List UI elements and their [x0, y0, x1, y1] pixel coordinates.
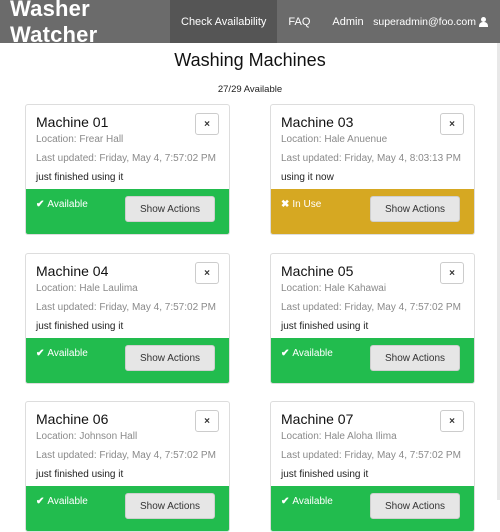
page-title: Washing Machines	[174, 50, 326, 70]
machine-card: Machine 06 Location: Johnson Hall Last u…	[25, 401, 230, 532]
machine-card: Machine 01 Location: Frear Hall Last upd…	[25, 104, 230, 235]
show-actions-button[interactable]: Show Actions	[370, 493, 460, 519]
show-actions-button[interactable]: Show Actions	[125, 196, 215, 222]
machine-location: Location: Hale Kahawai	[281, 283, 387, 294]
machine-note: just finished using it	[281, 469, 369, 480]
remove-button[interactable]: ×	[195, 113, 219, 135]
machine-last-updated: Last updated: Friday, May 4, 7:57:02 PM	[281, 302, 461, 313]
check-icon: ✔	[36, 348, 45, 359]
check-icon: ✔	[36, 199, 45, 210]
machine-card: Machine 05 Location: Hale Kahawai Last u…	[270, 253, 475, 384]
remove-button[interactable]: ×	[440, 262, 464, 284]
machine-card: Machine 03 Location: Hale Anuenue Last u…	[270, 104, 475, 235]
machine-location: Location: Hale Aloha Ilima	[281, 431, 397, 442]
status-label: ✔ Available	[281, 496, 333, 507]
machine-name: Machine 04	[36, 263, 109, 279]
nav-admin[interactable]: Admin	[321, 0, 374, 43]
status-bar: ✔ Available Show Actions	[26, 338, 229, 383]
remove-button[interactable]: ×	[440, 113, 464, 135]
nav-faq[interactable]: FAQ	[277, 0, 321, 43]
machine-last-updated: Last updated: Friday, May 4, 7:57:02 PM	[281, 450, 461, 461]
status-label: ✔ Available	[281, 348, 333, 359]
machine-name: Machine 05	[281, 263, 354, 279]
show-actions-button[interactable]: Show Actions	[370, 345, 460, 371]
machine-note: just finished using it	[36, 321, 124, 332]
machine-card: Machine 04 Location: Hale Laulima Last u…	[25, 253, 230, 384]
user-menu[interactable]: superadmin@foo.com	[373, 0, 488, 43]
status-text: Available	[292, 496, 333, 507]
show-actions-button[interactable]: Show Actions	[125, 345, 215, 371]
show-actions-button[interactable]: Show Actions	[370, 196, 460, 222]
machine-note: just finished using it	[36, 469, 124, 480]
machine-note: just finished using it	[36, 172, 124, 183]
machine-name: Machine 01	[36, 114, 109, 130]
close-icon: ×	[204, 118, 210, 130]
status-label: ✔ Available	[36, 496, 88, 507]
status-text: Available	[292, 348, 333, 359]
show-actions-button[interactable]: Show Actions	[125, 493, 215, 519]
status-text: Available	[47, 199, 88, 210]
machine-location: Location: Hale Laulima	[36, 283, 138, 294]
check-icon: ✔	[281, 496, 290, 507]
machine-last-updated: Last updated: Friday, May 4, 7:57:02 PM	[36, 450, 216, 461]
status-bar: ✔ Available Show Actions	[26, 189, 229, 234]
machine-location: Location: Hale Anuenue	[281, 134, 388, 145]
status-bar: ✔ Available Show Actions	[271, 338, 474, 383]
x-icon: ✖	[281, 199, 290, 210]
status-bar: ✔ Available Show Actions	[26, 486, 229, 531]
remove-button[interactable]: ×	[195, 410, 219, 432]
machine-note: just finished using it	[281, 321, 369, 332]
close-icon: ×	[449, 267, 455, 279]
status-text: Available	[47, 496, 88, 507]
machine-name: Machine 06	[36, 411, 109, 427]
brand-logo[interactable]: Washer Watcher	[0, 0, 170, 48]
machine-last-updated: Last updated: Friday, May 4, 7:57:02 PM	[36, 302, 216, 313]
user-icon	[479, 16, 488, 27]
status-text: Available	[47, 348, 88, 359]
status-label: ✔ Available	[36, 348, 88, 359]
machine-name: Machine 07	[281, 411, 354, 427]
nav-check-availability[interactable]: Check Availability	[170, 0, 278, 43]
machine-location: Location: Johnson Hall	[36, 431, 138, 442]
machine-note: using it now	[281, 172, 334, 183]
remove-button[interactable]: ×	[195, 262, 219, 284]
close-icon: ×	[204, 267, 210, 279]
check-icon: ✔	[36, 496, 45, 507]
machine-name: Machine 03	[281, 114, 354, 130]
status-bar: ✔ Available Show Actions	[271, 486, 474, 531]
machine-card: Machine 07 Location: Hale Aloha Ilima La…	[270, 401, 475, 532]
availability-count: 27/29 Available	[217, 84, 283, 95]
machine-last-updated: Last updated: Friday, May 4, 7:57:02 PM	[36, 153, 216, 164]
navbar: Washer Watcher Check Availability FAQ Ad…	[0, 0, 500, 47]
status-text: In Use	[292, 199, 322, 210]
user-email: superadmin@foo.com	[373, 15, 476, 28]
machine-location: Location: Frear Hall	[36, 134, 124, 145]
status-label: ✔ Available	[36, 199, 88, 210]
status-bar: ✖ In Use Show Actions	[271, 189, 474, 234]
close-icon: ×	[204, 415, 210, 427]
close-icon: ×	[449, 415, 455, 427]
check-icon: ✔	[281, 348, 290, 359]
close-icon: ×	[449, 118, 455, 130]
status-label: ✖ In Use	[281, 199, 321, 210]
machine-last-updated: Last updated: Friday, May 4, 8:03:13 PM	[281, 153, 461, 164]
remove-button[interactable]: ×	[440, 410, 464, 432]
